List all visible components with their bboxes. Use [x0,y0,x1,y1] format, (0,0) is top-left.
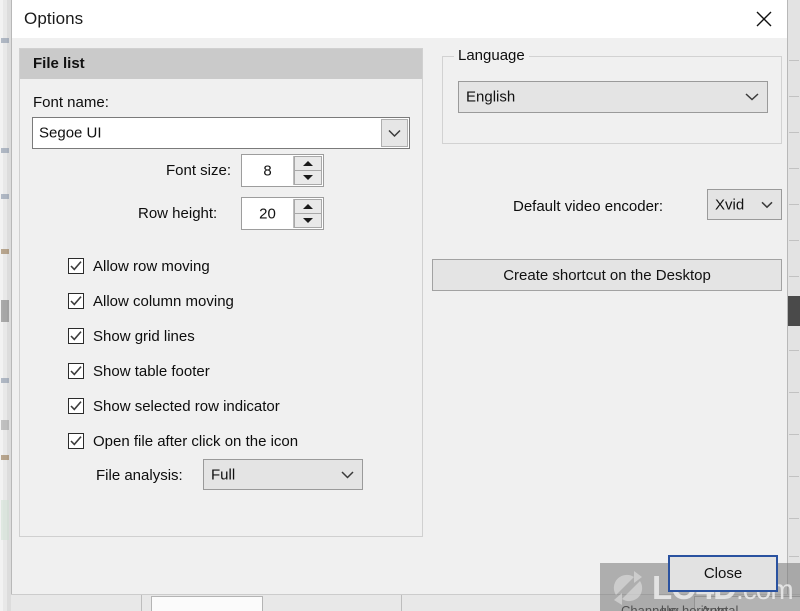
checkbox-checked-icon [68,293,84,309]
font-size-spin-buttons[interactable] [293,156,322,185]
checkbox-checked-icon [68,328,84,344]
file-analysis-combobox[interactable]: Full [203,459,363,490]
background-right-strip [787,0,800,611]
spin-down-icon[interactable] [294,214,322,228]
checkbox-label: Show grid lines [93,327,195,345]
video-encoder-value: Xvid [715,196,745,213]
font-name-combobox[interactable]: Segoe UI [32,117,410,149]
checkbox-checked-icon [68,258,84,274]
row-height-label: Row height: [138,205,218,222]
checkbox-label: Show table footer [93,362,210,380]
checkbox-show-grid-lines[interactable]: Show grid lines [68,326,195,346]
checkbox-label: Allow column moving [93,292,234,310]
file-analysis-value: Full [211,466,236,483]
checkbox-show-table-footer[interactable]: Show table footer [68,361,210,381]
file-analysis-label: File analysis: [96,467,183,484]
close-button[interactable]: Close [668,555,778,592]
dialog-title: Options [24,9,84,28]
refresh-arrows-logo-icon [610,571,646,609]
checkbox-checked-icon [68,433,84,449]
video-encoder-combobox[interactable]: Xvid [707,189,782,220]
background-fleck [1,300,9,322]
checkbox-checked-icon [68,398,84,414]
background-fleck [1,249,9,254]
background-tick [789,276,799,277]
background-tick [789,476,799,477]
background-fleck [1,194,9,199]
font-size-value: 8 [263,162,272,179]
language-group: Language English [442,47,782,144]
background-tick [789,556,799,557]
dialog-body: File list Font name: Segoe UI Font size:… [12,38,787,594]
background-tick [789,132,799,133]
chevron-down-icon [341,470,354,479]
checkbox-allow-column-moving[interactable]: Allow column moving [68,291,234,311]
background-tick [789,392,799,393]
background-fleck [1,378,9,383]
background-tick [789,518,799,519]
background-tick [789,168,799,169]
file-list-header-label: File list [33,55,85,72]
checkbox-label: Show selected row indicator [93,397,280,415]
default-video-encoder-label: Default video encoder: [513,198,664,215]
background-fleck [1,420,9,430]
background-scroll-thumb[interactable] [788,296,800,326]
row-height-value: 20 [259,205,276,222]
options-dialog: Options File list Font name: Segoe UI Fo… [11,0,788,594]
checkbox-allow-row-moving[interactable]: Allow row moving [68,256,210,276]
background-cell-divider [401,595,403,611]
font-name-value: Segoe UI [39,124,102,142]
font-name-label: Font name: [33,94,109,111]
create-shortcut-button[interactable]: Create shortcut on the Desktop [432,259,782,291]
background-cell-divider [141,595,143,611]
spin-up-icon[interactable] [294,199,322,214]
file-list-panel: File list Font name: Segoe UI Font size:… [19,48,423,537]
chevron-down-icon [745,93,759,102]
background-left-strip [0,0,11,611]
chevron-down-icon [761,201,773,209]
background-field[interactable] [151,596,263,611]
language-value: English [466,88,516,106]
checkbox-label: Open file after click on the icon [93,432,299,450]
spin-down-icon[interactable] [294,171,322,185]
background-fleck [1,38,9,43]
language-combobox[interactable]: English [458,81,768,113]
row-height-stepper[interactable]: 20 [241,197,324,230]
background-fleck [1,455,9,460]
background-tick [789,350,799,351]
language-group-label: Language [454,47,529,64]
checkbox-open-file-after-click[interactable]: Open file after click on the icon [68,431,298,451]
background-tick [789,204,799,205]
background-tick [789,60,799,61]
chevron-down-icon[interactable] [381,119,408,147]
background-fleck [1,500,9,540]
background-fleck [1,148,9,153]
row-height-spin-buttons[interactable] [293,199,322,228]
close-x-icon[interactable] [741,0,787,38]
checkbox-checked-icon [68,363,84,379]
font-size-label: Font size: [166,162,232,179]
background-tick [789,434,799,435]
background-tick [789,240,799,241]
checkbox-show-selected-row-indicator[interactable]: Show selected row indicator [68,396,280,416]
checkbox-label: Allow row moving [93,257,210,275]
background-tick [789,96,799,97]
file-list-header: File list [20,49,422,79]
spin-up-icon[interactable] [294,156,322,171]
dialog-titlebar: Options [12,0,787,38]
font-size-stepper[interactable]: 8 [241,154,324,187]
